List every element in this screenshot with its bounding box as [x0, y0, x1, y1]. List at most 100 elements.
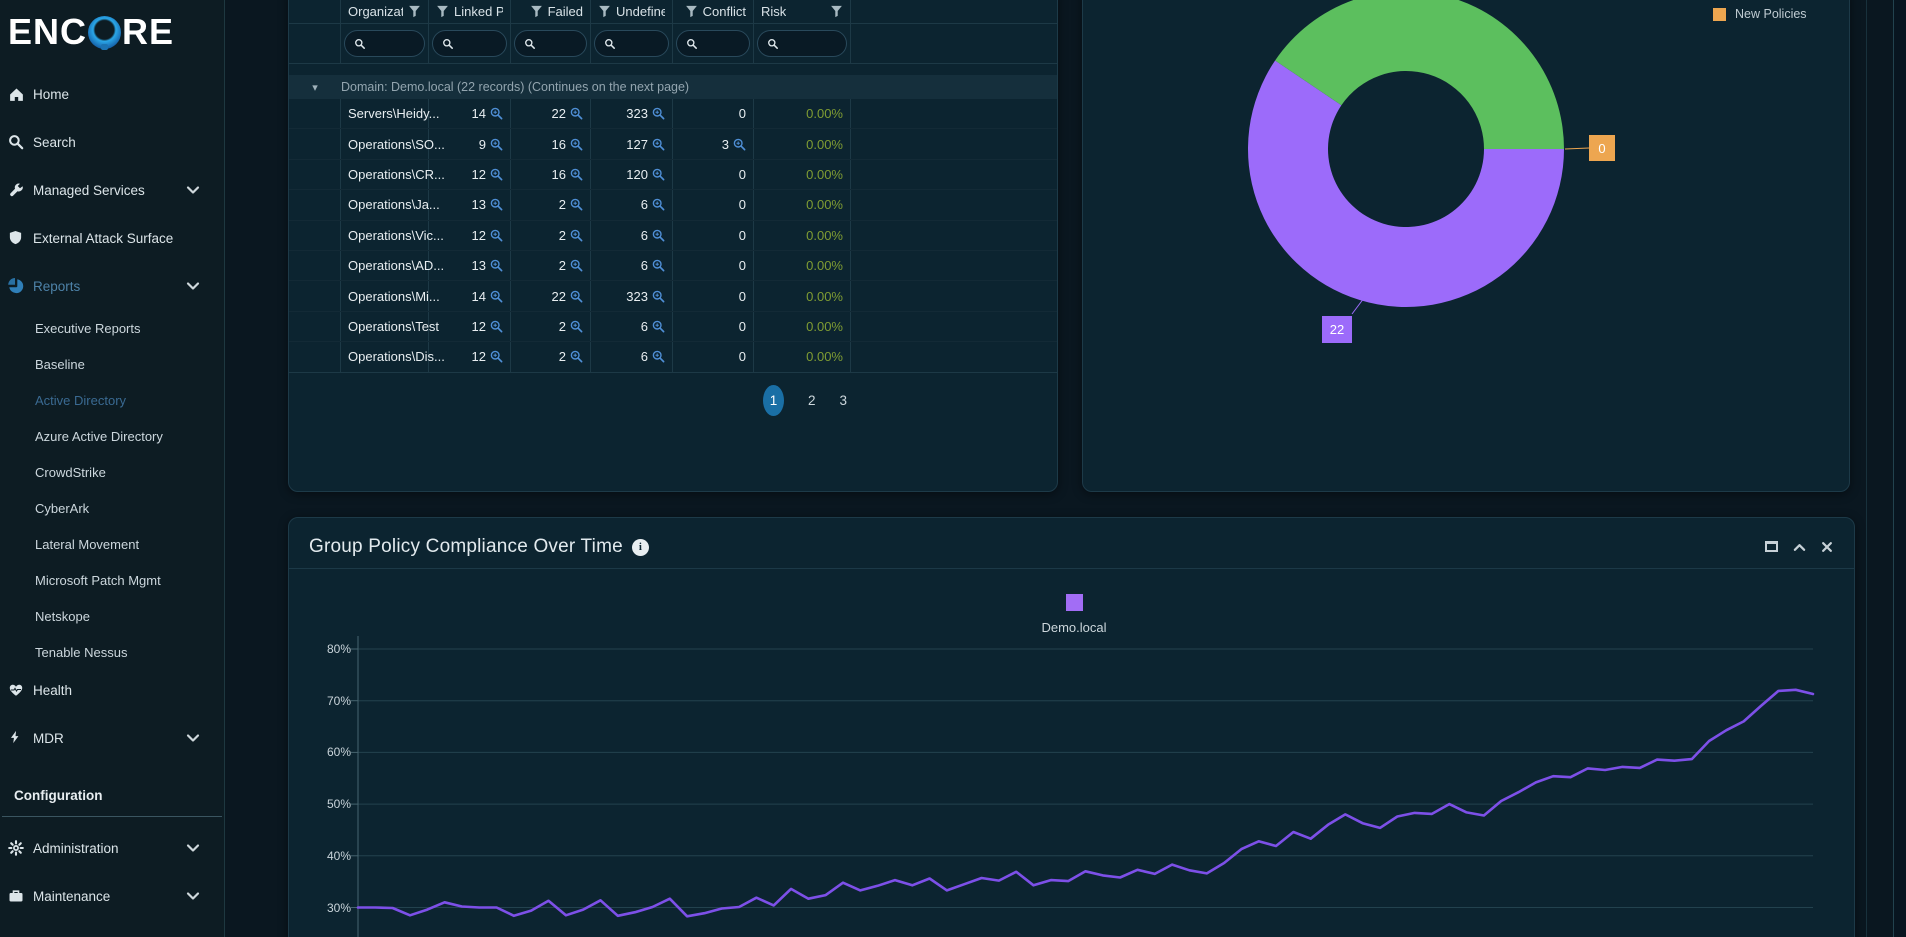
- y-axis-tick-label: 80%: [297, 642, 351, 656]
- cell-failed: 22: [511, 99, 591, 128]
- column-header-linked-polici-[interactable]: Linked Polici...: [429, 0, 511, 23]
- table-row[interactable]: Servers\Heidy...142232300.00%: [289, 99, 1057, 129]
- zoom-details-icon[interactable]: [652, 198, 665, 211]
- table-row[interactable]: Operations\CR...121612000.00%: [289, 160, 1057, 190]
- sidebar-item-managed-services[interactable]: Managed Services: [0, 166, 224, 214]
- zoom-details-icon[interactable]: [490, 259, 503, 272]
- column-search-input[interactable]: [514, 30, 587, 57]
- cell-undefined: 127: [591, 129, 673, 158]
- zoom-details-icon[interactable]: [733, 138, 746, 151]
- page-button-1[interactable]: 1: [763, 385, 784, 416]
- zoom-details-icon[interactable]: [652, 229, 665, 242]
- zoom-details-icon[interactable]: [570, 320, 583, 333]
- column-header-failed[interactable]: Failed: [511, 0, 591, 23]
- filter-funnel-icon[interactable]: [830, 5, 843, 18]
- zoom-details-icon[interactable]: [490, 198, 503, 211]
- zoom-details-icon[interactable]: [570, 138, 583, 151]
- sidebar-item-maintenance[interactable]: Maintenance: [0, 872, 224, 920]
- filter-funnel-icon[interactable]: [436, 5, 449, 18]
- sidebar-item-search[interactable]: Search: [0, 118, 224, 166]
- encore-logo[interactable]: ENCRE: [0, 0, 224, 58]
- zoom-details-icon[interactable]: [490, 107, 503, 120]
- cell-linked-policies: 12: [429, 342, 511, 371]
- zoom-details-icon[interactable]: [652, 138, 665, 151]
- column-search-input[interactable]: [432, 30, 507, 57]
- filter-funnel-icon[interactable]: [408, 5, 421, 18]
- zoom-details-icon[interactable]: [570, 107, 583, 120]
- sidebar-item-administration[interactable]: Administration: [0, 824, 224, 872]
- sidebar-item-mdr[interactable]: MDR: [0, 714, 224, 762]
- scrollbar-track[interactable]: [1893, 0, 1906, 937]
- zoom-details-icon[interactable]: [570, 229, 583, 242]
- cell-risk: 0.00%: [754, 251, 851, 280]
- zoom-details-icon[interactable]: [490, 229, 503, 242]
- sidebar-subitem-active-directory[interactable]: Active Directory: [0, 382, 224, 418]
- logo-bulb-icon: [88, 16, 121, 49]
- donut-label-purple: 22: [1322, 316, 1352, 343]
- zoom-details-icon[interactable]: [652, 107, 665, 120]
- cell-organization: Operations\AD...: [341, 251, 429, 280]
- sidebar-item-label: Search: [33, 135, 76, 150]
- sidebar-item-external-attack-surface[interactable]: External Attack Surface: [0, 214, 224, 262]
- table-row[interactable]: Operations\Dis...122600.00%: [289, 342, 1057, 372]
- table-row[interactable]: Operations\Mi...142232300.00%: [289, 281, 1057, 311]
- zoom-details-icon[interactable]: [570, 198, 583, 211]
- cell-undefined: 6: [591, 342, 673, 371]
- zoom-details-icon[interactable]: [652, 350, 665, 363]
- sidebar-subitem-netskope[interactable]: Netskope: [0, 598, 224, 634]
- column-search-input[interactable]: [344, 30, 425, 57]
- filter-funnel-icon[interactable]: [685, 5, 698, 18]
- table-row[interactable]: Operations\Ja...132600.00%: [289, 190, 1057, 220]
- column-header-conflict[interactable]: Conflict: [673, 0, 754, 23]
- line-chart[interactable]: [289, 518, 1856, 937]
- table-row[interactable]: Operations\Test122600.00%: [289, 312, 1057, 342]
- sidebar-subitem-cyberark[interactable]: CyberArk: [0, 490, 224, 526]
- cell-risk: 0.00%: [754, 342, 851, 371]
- sidebar-subitem-tenable-nessus[interactable]: Tenable Nessus: [0, 634, 224, 670]
- column-header-risk[interactable]: Risk: [754, 0, 851, 23]
- cell-undefined: 323: [591, 99, 673, 128]
- column-search-input[interactable]: [676, 30, 750, 57]
- zoom-details-icon[interactable]: [570, 259, 583, 272]
- cell-undefined: 323: [591, 281, 673, 310]
- sidebar-item-health[interactable]: Health: [0, 666, 224, 714]
- zoom-details-icon[interactable]: [570, 350, 583, 363]
- filter-funnel-icon[interactable]: [598, 5, 611, 18]
- cell-undefined: 6: [591, 190, 673, 219]
- table-row[interactable]: Operations\AD...132600.00%: [289, 251, 1057, 281]
- sidebar-subitem-baseline[interactable]: Baseline: [0, 346, 224, 382]
- column-header-organizatio-[interactable]: Organizatio...: [341, 0, 429, 23]
- cell-organization: Operations\Mi...: [341, 281, 429, 310]
- sidebar-item-reports[interactable]: Reports: [0, 262, 224, 310]
- sidebar-subitem-lateral-movement[interactable]: Lateral Movement: [0, 526, 224, 562]
- zoom-details-icon[interactable]: [490, 290, 503, 303]
- sidebar-subitem-executive-reports[interactable]: Executive Reports: [0, 310, 224, 346]
- zoom-details-icon[interactable]: [652, 259, 665, 272]
- page-button-2[interactable]: 2: [808, 393, 816, 408]
- column-search-input[interactable]: [757, 30, 847, 57]
- zoom-details-icon[interactable]: [570, 290, 583, 303]
- column-header-undefined[interactable]: Undefined: [591, 0, 673, 23]
- zoom-details-icon[interactable]: [652, 290, 665, 303]
- column-search-input[interactable]: [594, 30, 669, 57]
- sidebar-item-home[interactable]: Home: [0, 70, 224, 118]
- sidebar-subitem-microsoft-patch-mgmt[interactable]: Microsoft Patch Mgmt: [0, 562, 224, 598]
- filter-funnel-icon[interactable]: [530, 5, 543, 18]
- table-row[interactable]: Operations\SO...91612730.00%: [289, 129, 1057, 159]
- zoom-details-icon[interactable]: [490, 350, 503, 363]
- cell-linked-policies: 12: [429, 312, 511, 341]
- zoom-details-icon[interactable]: [490, 168, 503, 181]
- zoom-details-icon[interactable]: [652, 168, 665, 181]
- zoom-details-icon[interactable]: [652, 320, 665, 333]
- line-chart-legend[interactable]: Demo.local: [989, 594, 1159, 635]
- donut-chart[interactable]: [1083, 0, 1851, 493]
- sidebar-subitem-azure-active-directory[interactable]: Azure Active Directory: [0, 418, 224, 454]
- zoom-details-icon[interactable]: [570, 168, 583, 181]
- zoom-details-icon[interactable]: [490, 138, 503, 151]
- sidebar-subitem-crowdstrike[interactable]: CrowdStrike: [0, 454, 224, 490]
- zoom-details-icon[interactable]: [490, 320, 503, 333]
- table-row[interactable]: Operations\Vic...122600.00%: [289, 221, 1057, 251]
- cell-linked-policies: 14: [429, 99, 511, 128]
- page-button-3[interactable]: 3: [839, 393, 847, 408]
- collapse-triangle-icon[interactable]: ▾: [289, 81, 341, 94]
